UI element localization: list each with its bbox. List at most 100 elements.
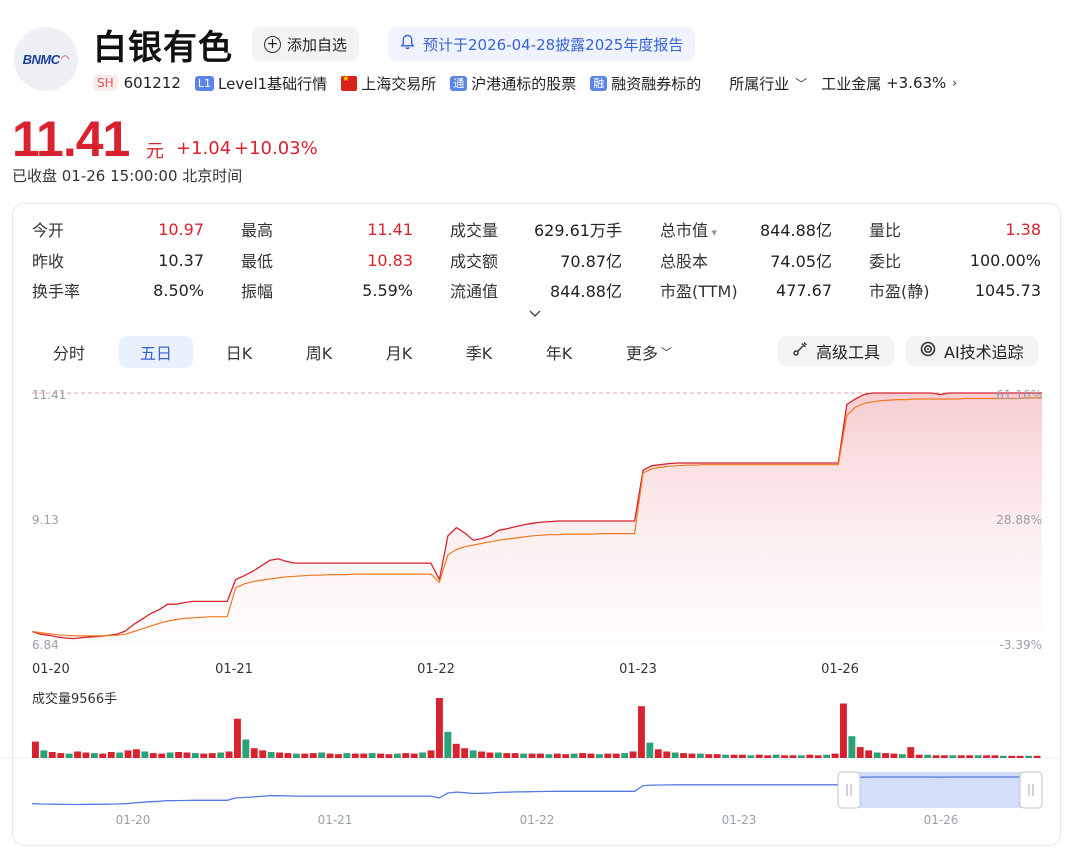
stat-4: 量比 1.38: [869, 217, 1041, 241]
volume-bar: [579, 753, 586, 758]
volume-bar: [924, 754, 932, 758]
volume-bar: [469, 750, 477, 758]
tag-margin[interactable]: 融 融资融券标的: [590, 73, 701, 94]
volume-bar: [250, 748, 258, 758]
stat-0: 今开 10.97: [32, 217, 204, 241]
tag-level1-label: Level1基础行情: [218, 74, 328, 93]
volume-bar: [957, 755, 965, 758]
volume-bar: [562, 754, 570, 758]
stat-14: 市盈(静) 1045.73: [869, 278, 1041, 302]
expand-stats-chevron-icon[interactable]: [528, 306, 542, 320]
pct-axis-label: -3.39%: [1000, 638, 1042, 652]
volume-bar: [991, 755, 999, 758]
market-status: 已收盘 01-26 15:00:00 北京时间: [12, 167, 243, 185]
volume-bar: [175, 752, 182, 758]
volume-bar: [82, 752, 90, 758]
volume-bar: [385, 754, 393, 758]
overview-date-label: 01-21: [318, 813, 353, 827]
stat-label: 总市值: [660, 221, 709, 240]
tab-period-1[interactable]: 五日: [119, 336, 193, 368]
tools-icon: [792, 341, 808, 361]
stat-2: 成交量 629.61万手: [450, 217, 622, 241]
tab-period-6[interactable]: 年K: [522, 336, 596, 368]
volume-bar: [696, 753, 704, 758]
volume-bar: [999, 755, 1007, 758]
overview-left-handle[interactable]: [837, 771, 861, 809]
volume-bar: [419, 752, 427, 758]
volume-bar: [890, 753, 898, 758]
volume-bar: [486, 752, 494, 758]
price-change-pct: +10.03%: [234, 138, 318, 159]
volume-bar: [292, 753, 300, 758]
date-axis-label: 01-26: [821, 662, 859, 677]
volume-bar: [368, 753, 376, 758]
volume-bar: [351, 753, 359, 758]
volume-bar: [646, 742, 654, 758]
volume-bar: [638, 706, 645, 758]
stat-value: 8.50%: [153, 280, 204, 300]
stat-label: 振幅: [241, 282, 274, 301]
tab-period-7[interactable]: 更多 ﹀: [612, 336, 686, 368]
company-logo: BNMC ◠: [14, 27, 78, 91]
volume-bar: [166, 752, 174, 758]
logo-swirl-icon: ◠: [60, 53, 70, 65]
stat-value: 629.61万手: [534, 221, 622, 240]
volume-bar: [680, 753, 687, 758]
volume-bar: [941, 755, 948, 758]
caret-down-icon[interactable]: ▾: [708, 226, 718, 239]
stat-label: 委比: [869, 252, 902, 271]
volume-bar: [343, 753, 351, 758]
volume-bar: [326, 753, 334, 758]
ai-tracking-button[interactable]: AI技术追踪: [906, 336, 1038, 366]
volume-bar: [713, 754, 721, 758]
tab-period-4[interactable]: 月K: [362, 336, 436, 368]
volume-bar: [932, 755, 940, 758]
volume-bar: [663, 751, 671, 758]
stat-label: 市盈(静): [869, 282, 930, 301]
industry-dropdown[interactable]: 所属行业 ﹀: [729, 73, 807, 94]
tag-level1[interactable]: L1 Level1基础行情: [194, 73, 328, 94]
volume-bar: [141, 751, 149, 758]
volume-bar: [377, 753, 384, 758]
stat-label: 总股本: [660, 252, 709, 271]
stat-9: 委比 100.00%: [869, 248, 1041, 272]
volume-bar: [781, 755, 788, 758]
report-notice-button[interactable]: 预计于2026-04-28披露2025年度报告: [388, 27, 696, 61]
volume-bar: [604, 753, 612, 758]
volume-bar: [208, 753, 216, 758]
stat-3[interactable]: 总市值 ▾ 844.88亿: [660, 217, 832, 241]
volume-bar: [764, 755, 772, 758]
volume-bar: [772, 754, 780, 758]
advanced-tools-button[interactable]: 高级工具: [778, 336, 895, 366]
volume-bar: [570, 753, 578, 758]
stat-value: 10.83: [367, 250, 413, 270]
chevron-down-icon: ﹀: [661, 346, 672, 359]
volume-bar: [452, 743, 460, 758]
five-day-chart[interactable]: 11.41 9.13 6.84 61.16% 28.88% -3.39% 01-20 01-2…: [0, 380, 1080, 840]
tag-exchange[interactable]: 上海交易所: [341, 73, 436, 94]
overview-right-handle[interactable]: [1019, 771, 1043, 809]
exchange-tag: SH: [93, 75, 118, 91]
volume-bar: [898, 754, 906, 758]
stat-value: 1.38: [1005, 219, 1041, 239]
volume-bar: [966, 755, 974, 758]
volume-bar: [705, 754, 713, 758]
volume-bar: [116, 752, 124, 758]
tag-connect[interactable]: 通 沪港通标的股票: [450, 73, 576, 94]
tab-period-3[interactable]: 周K: [282, 336, 356, 368]
tab-period-2[interactable]: 日K: [202, 336, 276, 368]
volume-bar: [74, 751, 81, 758]
industry-link[interactable]: 工业金属 +3.63% ›: [821, 73, 957, 94]
volume-bar: [671, 752, 679, 758]
chevron-right-icon: ›: [952, 76, 958, 90]
ai-tracking-label: AI技术追踪: [944, 343, 1024, 362]
volume-bar: [1033, 755, 1041, 758]
stat-label: 昨收: [32, 252, 65, 271]
tab-period-5[interactable]: 季K: [442, 336, 516, 368]
add-watchlist-button[interactable]: + 添加自选: [252, 27, 360, 61]
volume-bar: [882, 753, 889, 758]
china-flag-icon: [341, 74, 358, 91]
tab-period-0[interactable]: 分时: [32, 336, 106, 368]
volume-bar: [40, 750, 48, 758]
volume-bar: [739, 754, 746, 758]
